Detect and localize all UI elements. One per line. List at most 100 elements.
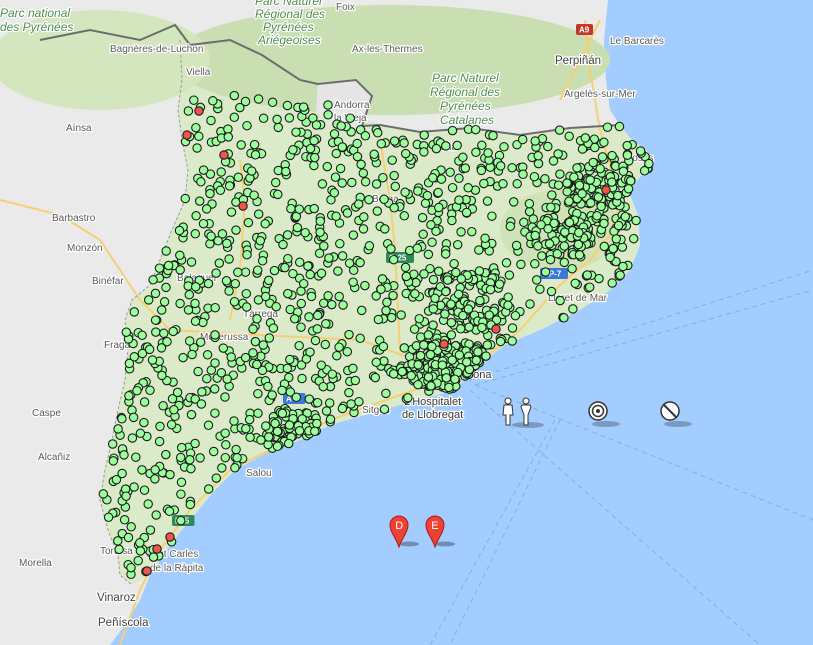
station-marker[interactable] bbox=[184, 336, 195, 346]
station-marker[interactable] bbox=[530, 136, 540, 146]
station-marker[interactable] bbox=[352, 151, 363, 162]
station-marker[interactable] bbox=[337, 251, 348, 261]
station-marker[interactable] bbox=[485, 284, 496, 295]
station-marker[interactable] bbox=[381, 305, 391, 316]
station-marker[interactable] bbox=[596, 201, 606, 212]
station-marker[interactable] bbox=[128, 412, 139, 423]
station-marker[interactable] bbox=[143, 295, 154, 305]
station-marker[interactable] bbox=[540, 174, 550, 184]
station-marker[interactable] bbox=[145, 525, 156, 535]
station-marker[interactable] bbox=[258, 340, 269, 350]
station-marker[interactable] bbox=[533, 151, 543, 161]
station-marker[interactable] bbox=[555, 295, 565, 306]
station-marker[interactable] bbox=[233, 267, 243, 278]
station-marker[interactable] bbox=[607, 150, 617, 161]
station-marker[interactable] bbox=[450, 374, 460, 384]
station-marker[interactable] bbox=[205, 188, 215, 199]
station-marker[interactable] bbox=[133, 555, 143, 566]
station-marker[interactable] bbox=[470, 124, 481, 135]
station-marker[interactable] bbox=[103, 512, 114, 523]
station-marker[interactable] bbox=[564, 131, 574, 142]
station-marker[interactable] bbox=[161, 449, 171, 460]
station-marker[interactable] bbox=[137, 348, 148, 359]
station-marker[interactable] bbox=[175, 298, 185, 309]
station-marker[interactable] bbox=[612, 190, 623, 201]
station-marker[interactable] bbox=[338, 300, 348, 310]
station-marker[interactable] bbox=[220, 452, 231, 463]
station-marker[interactable] bbox=[303, 261, 313, 271]
station-marker[interactable] bbox=[165, 469, 175, 480]
station-marker[interactable] bbox=[454, 195, 464, 205]
station-marker[interactable] bbox=[335, 238, 345, 249]
station-marker[interactable] bbox=[218, 343, 229, 353]
station-marker[interactable] bbox=[323, 100, 333, 110]
station-marker[interactable] bbox=[230, 278, 241, 289]
station-marker[interactable] bbox=[399, 343, 410, 353]
station-marker[interactable] bbox=[331, 211, 341, 222]
station-marker[interactable] bbox=[215, 185, 226, 196]
station-marker[interactable] bbox=[253, 408, 263, 419]
station-marker[interactable] bbox=[346, 399, 356, 409]
station-marker[interactable] bbox=[444, 382, 454, 393]
station-marker[interactable] bbox=[607, 278, 617, 288]
station-marker[interactable] bbox=[498, 179, 508, 189]
station-marker[interactable] bbox=[206, 231, 216, 241]
station-marker[interactable] bbox=[436, 174, 447, 184]
station-marker[interactable] bbox=[334, 291, 344, 302]
station-marker[interactable] bbox=[221, 276, 232, 286]
station-marker[interactable] bbox=[516, 259, 526, 270]
station-marker[interactable] bbox=[304, 394, 315, 404]
station-marker[interactable] bbox=[315, 227, 325, 238]
station-marker[interactable] bbox=[195, 453, 205, 463]
station-marker[interactable] bbox=[517, 134, 528, 145]
station-marker[interactable] bbox=[334, 342, 344, 352]
station-marker[interactable] bbox=[283, 438, 294, 449]
station-marker[interactable] bbox=[625, 176, 636, 186]
station-marker[interactable] bbox=[253, 388, 263, 399]
station-marker[interactable] bbox=[312, 324, 323, 334]
station-marker[interactable] bbox=[223, 124, 233, 134]
station-marker[interactable] bbox=[463, 183, 473, 193]
station-marker[interactable] bbox=[222, 238, 232, 249]
station-marker[interactable] bbox=[252, 314, 262, 324]
station-marker[interactable] bbox=[175, 250, 185, 261]
station-marker[interactable] bbox=[277, 385, 287, 396]
station-marker[interactable] bbox=[306, 291, 317, 302]
station-marker[interactable] bbox=[327, 299, 337, 310]
station-marker[interactable] bbox=[157, 370, 167, 381]
station-marker[interactable] bbox=[309, 426, 320, 437]
station-marker[interactable] bbox=[312, 397, 323, 408]
station-marker[interactable] bbox=[298, 278, 309, 289]
station-marker[interactable] bbox=[441, 286, 451, 297]
station-marker[interactable] bbox=[148, 275, 158, 285]
alert-station-marker[interactable] bbox=[601, 185, 611, 195]
station-marker[interactable] bbox=[272, 114, 282, 125]
station-marker[interactable] bbox=[324, 253, 334, 263]
station-marker[interactable] bbox=[348, 363, 358, 374]
station-marker[interactable] bbox=[226, 207, 237, 217]
station-marker[interactable] bbox=[242, 120, 252, 131]
station-marker[interactable] bbox=[285, 354, 295, 365]
station-marker[interactable] bbox=[289, 314, 300, 324]
station-marker[interactable] bbox=[445, 167, 455, 178]
station-marker[interactable] bbox=[337, 403, 348, 414]
station-marker[interactable] bbox=[217, 463, 227, 473]
station-marker[interactable] bbox=[347, 177, 357, 188]
station-marker[interactable] bbox=[378, 172, 388, 183]
station-marker[interactable] bbox=[348, 277, 358, 287]
station-marker[interactable] bbox=[191, 122, 201, 133]
station-marker[interactable] bbox=[379, 356, 389, 366]
station-marker[interactable] bbox=[611, 234, 622, 244]
station-marker[interactable] bbox=[419, 147, 429, 157]
station-marker[interactable] bbox=[244, 414, 255, 425]
station-marker[interactable] bbox=[283, 253, 293, 264]
station-marker[interactable] bbox=[592, 211, 602, 221]
station-marker[interactable] bbox=[533, 158, 544, 169]
station-marker[interactable] bbox=[413, 379, 423, 390]
station-marker[interactable] bbox=[310, 335, 321, 346]
station-marker[interactable] bbox=[211, 268, 221, 278]
station-marker[interactable] bbox=[150, 288, 161, 299]
alert-station-marker[interactable] bbox=[491, 324, 501, 334]
station-marker[interactable] bbox=[222, 374, 232, 384]
station-marker[interactable] bbox=[511, 240, 522, 251]
